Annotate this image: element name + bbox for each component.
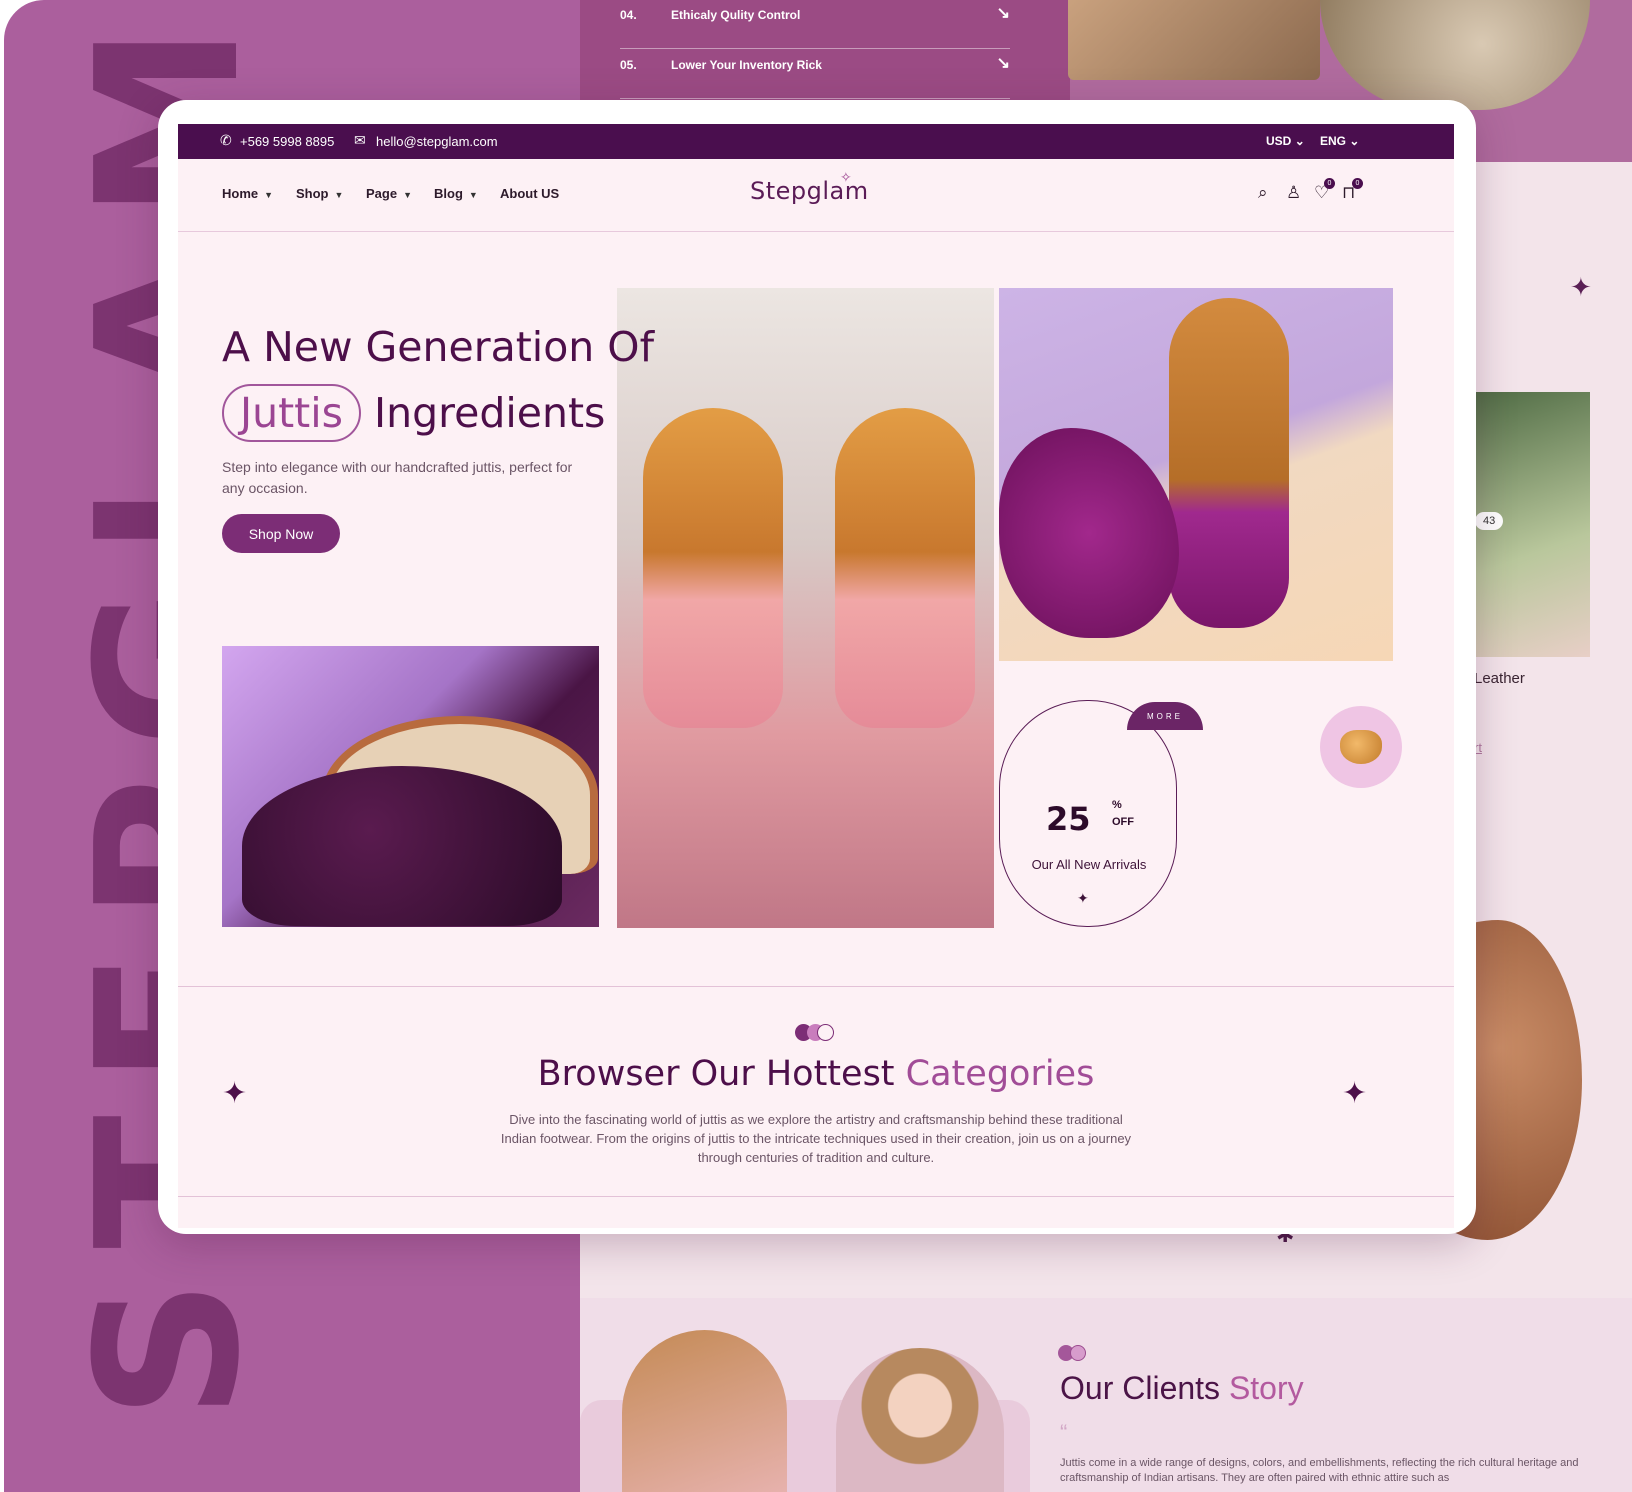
arrow-down-right-icon: ↘ [996,5,1010,22]
quote-icon: “ [1060,1420,1068,1445]
language-select[interactable]: ENG ⌄ [1320,134,1359,148]
hero-image-pink-juttis [617,288,994,928]
sparkle-icon: ✦ [222,1077,248,1110]
clients-title-main: Our Clients [1060,1370,1221,1406]
clients-title-accent: Story [1228,1370,1304,1406]
feature-row: 05. Lower Your Inventory Rick ↘ [620,50,1010,99]
arrow-down-right-icon: ↘ [996,55,1010,72]
chevron-down-icon: ▼ [264,190,274,200]
nav-item-about[interactable]: About US [500,186,559,201]
feature-row-number: 05. [620,58,637,72]
shoe-shape [643,408,783,728]
hero-title-line2: Juttis Ingredients [222,380,654,446]
user-icon[interactable]: ♙ [1286,183,1301,203]
nav-item-label: About US [500,186,560,201]
wishlist-count-badge: 0 [1324,178,1335,189]
chevron-down-icon: ▼ [334,190,344,200]
hero-description: Step into elegance with our handcrafted … [222,459,573,496]
website: ✆ +569 5998 8895 ✉ hello@stepglam.com US… [178,124,1454,1228]
background-product-photo: 43 [1470,392,1590,657]
email-address[interactable]: hello@stepglam.com [376,134,498,149]
clients-text: Juttis come in a wide range of designs, … [1060,1457,1579,1484]
clients-title: Our Clients Story [1060,1370,1304,1407]
hero-title-line1: A New Generation Of [222,323,655,371]
background-product-photo [1068,0,1320,80]
offer-ribbon: MORE [1127,702,1203,730]
chevron-down-icon: ⌄ [1349,134,1360,148]
categories-title: Browser Our Hottest Categories [178,1054,1454,1094]
product-badge: 43 [1475,512,1504,530]
main-navigation: Home ▼ Shop ▼ Page ▼ Blog ▼ About US Stepgla… [178,159,1454,232]
section-dots-icon [1058,1345,1090,1361]
clients-product-image [622,1330,787,1492]
product-name: Leather [1474,670,1525,687]
currency-select[interactable]: USD ⌄ [1266,134,1305,148]
hero-image-magenta-juttis [999,288,1393,661]
nav-item-label: Blog [434,186,463,201]
mail-icon: ✉ [354,132,366,148]
nav-item-label: Page [366,186,398,201]
offer-percent-sign: % [1112,799,1122,811]
offer-product-thumbnail[interactable] [1320,706,1402,788]
chevron-down-icon: ▼ [468,190,478,200]
chevron-down-icon: ⌄ [1294,134,1305,148]
nav-item-home[interactable]: Home ▼ [222,186,273,201]
hero-title-pill: Juttis [222,384,361,442]
shoe-shape [999,428,1179,638]
categories-description: Dive into the fascinating world of jutti… [500,1112,1132,1165]
nav-item-shop[interactable]: Shop ▼ [296,186,343,201]
nav-item-page[interactable]: Page ▼ [366,186,412,201]
sparkle-icon: ✦ [1342,1077,1368,1110]
shoe-shape [1340,730,1382,764]
hero-title-rest: Ingredients [374,389,606,437]
presentation-canvas: STEPGLAM 04. Ethicaly Qulity Control ↘ 0… [0,0,1632,1492]
nav-item-label: Shop [296,186,329,201]
hero-image-purple-jutti [222,646,599,927]
search-icon[interactable]: ⌕ [1258,183,1268,203]
offer-label: Our All New Arrivals [1031,857,1147,872]
offer-discount-number: 25 [1046,800,1091,838]
feature-row-number: 04. [620,8,637,22]
cart-count-badge: 0 [1352,178,1363,189]
phone-icon: ✆ [220,132,232,148]
phone-number[interactable]: +569 5998 8895 [240,134,334,149]
top-bar: ✆ +569 5998 8895 ✉ hello@stepglam.com US… [178,124,1454,159]
shoe-shape [835,408,975,728]
section-divider [178,986,1454,987]
website-mockup-frame: ✆ +569 5998 8895 ✉ hello@stepglam.com US… [158,100,1476,1234]
sparkle-icon: ✦ [1077,890,1089,906]
categories-title-main: Browser Our Hottest [537,1054,895,1094]
section-dots-icon [795,1024,834,1041]
sparkle-icon: ✦ [1570,272,1592,302]
currency-value: USD [1266,134,1292,148]
feature-row: 04. Ethicaly Qulity Control ↘ [620,0,1010,49]
shop-now-button[interactable]: Shop Now [222,514,340,553]
feature-row-text: Lower Your Inventory Rick [671,58,822,72]
shoe-shape [242,766,562,926]
logo-sparkle-icon: ✧ [840,169,852,185]
shoe-shape [1169,298,1289,628]
language-value: ENG [1320,134,1347,148]
feature-row-text: Ethicaly Qulity Control [671,8,801,22]
section-divider [178,1196,1454,1197]
nav-item-blog[interactable]: Blog ▼ [434,186,478,201]
categories-title-accent: Categories [905,1054,1095,1094]
chevron-down-icon: ▼ [403,190,412,200]
nav-item-label: Home [222,186,259,201]
hero-title: A New Generation Of Juttis Ingredients [222,314,654,446]
offer-off-label: OFF [1112,816,1134,828]
